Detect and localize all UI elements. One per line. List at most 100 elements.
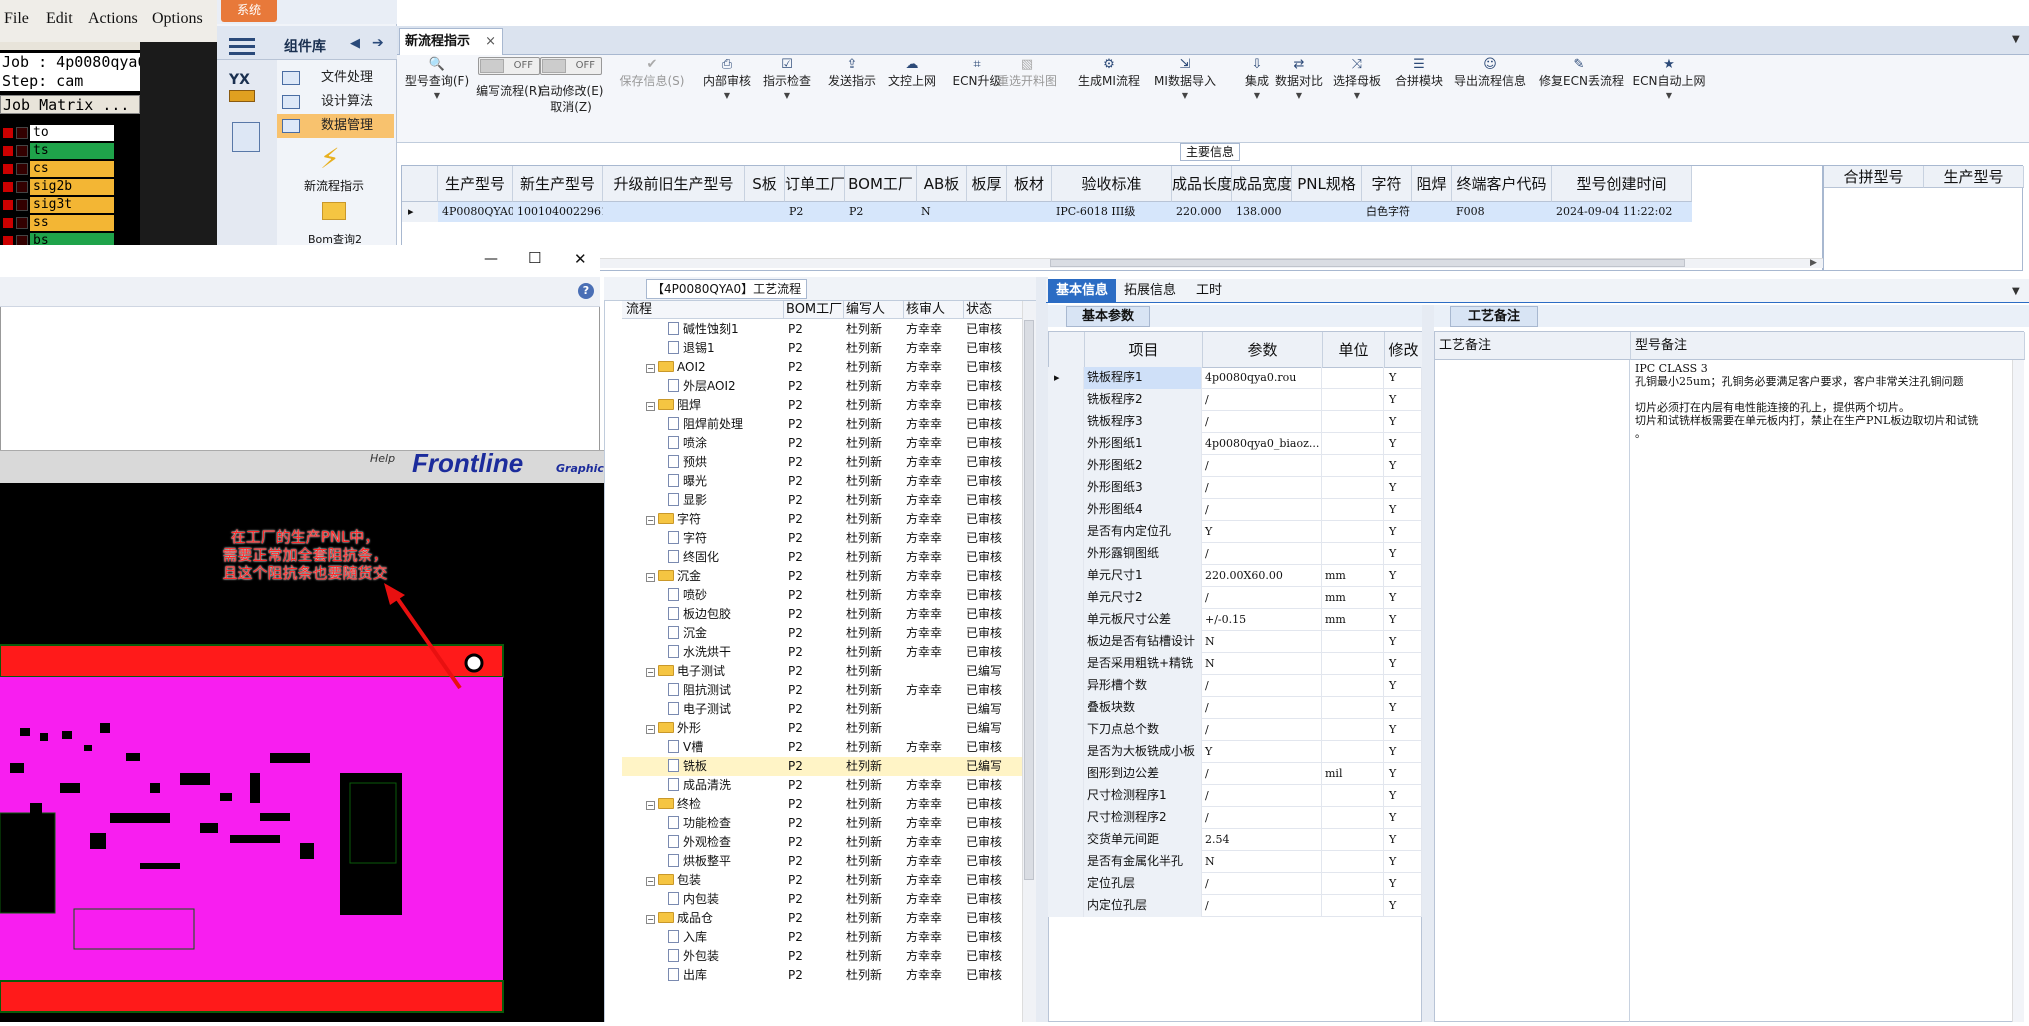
param-modify[interactable]: Y bbox=[1384, 829, 1422, 851]
close-icon[interactable]: × bbox=[485, 29, 496, 55]
layer-visibility-icon[interactable] bbox=[2, 163, 14, 175]
param-modify[interactable]: Y bbox=[1384, 873, 1422, 895]
param-value[interactable]: / bbox=[1202, 785, 1322, 807]
tab-extended-info[interactable]: 拓展信息 bbox=[1116, 279, 1184, 303]
toolbar-btn-2[interactable]: OFF 启动修改(E) 取消(Z) bbox=[531, 57, 611, 137]
param-modify[interactable]: Y bbox=[1384, 719, 1422, 741]
menu-actions[interactable]: Actions bbox=[88, 10, 138, 28]
collapse-icon[interactable]: − bbox=[646, 877, 655, 886]
tree-row[interactable]: 字符 P2 杜列新 方幸幸 已审核 bbox=[622, 529, 1036, 548]
param-row[interactable]: 外形图纸2/ Y bbox=[1048, 455, 1422, 477]
process-tree-vscroll-thumb[interactable] bbox=[1024, 320, 1034, 880]
tab-list-dropdown-icon[interactable]: ▼ bbox=[2012, 34, 2020, 45]
chevron-down-icon[interactable]: ▼ bbox=[397, 89, 477, 103]
toolbar-btn-9[interactable]: ▧ 重选开料图 bbox=[987, 57, 1067, 137]
main-cell-0[interactable]: 4P0080QYA0 bbox=[438, 202, 513, 222]
param-modify[interactable]: Y bbox=[1384, 521, 1422, 543]
tree-row[interactable]: 外观检查 P2 杜列新 方幸幸 已审核 bbox=[622, 833, 1036, 852]
param-value[interactable]: 4p0080qya0.rou bbox=[1202, 367, 1322, 389]
splitter-tree-right[interactable] bbox=[1036, 277, 1048, 1022]
main-col-14[interactable]: 阻焊 bbox=[1412, 166, 1452, 202]
main-col-9[interactable]: 验收标准 bbox=[1052, 166, 1172, 202]
tree-row[interactable]: 外层AOI2 P2 杜列新 方幸幸 已审核 bbox=[622, 377, 1036, 396]
main-col-5[interactable]: BOM工厂 bbox=[845, 166, 917, 202]
collapse-icon[interactable]: − bbox=[646, 801, 655, 810]
param-modify[interactable]: Y bbox=[1384, 455, 1422, 477]
param-value[interactable]: / bbox=[1202, 895, 1322, 917]
col-modify[interactable]: 修改 bbox=[1385, 332, 1423, 368]
layer-visibility-icon[interactable] bbox=[2, 127, 14, 139]
param-value[interactable]: 220.00X60.00 bbox=[1202, 565, 1322, 587]
menu-options[interactable]: Options bbox=[152, 10, 203, 28]
param-row[interactable]: 定位孔层 / Y bbox=[1048, 873, 1422, 895]
collapse-icon[interactable]: − bbox=[646, 516, 655, 525]
collapse-icon[interactable]: − bbox=[646, 573, 655, 582]
layer-row-to[interactable]: to bbox=[2, 125, 137, 141]
dialog-close-button[interactable]: ✕ bbox=[574, 250, 587, 268]
collapse-icon[interactable]: − bbox=[646, 915, 655, 924]
main-col-0[interactable]: 生产型号 bbox=[438, 166, 513, 202]
tree-row[interactable]: − AOI2 P2 杜列新 方幸幸 已审核 bbox=[622, 358, 1036, 377]
main-col-16[interactable]: 型号创建时间 bbox=[1552, 166, 1692, 202]
collapse-icon[interactable]: − bbox=[646, 668, 655, 677]
main-cell-3[interactable] bbox=[745, 202, 785, 222]
param-value[interactable]: / bbox=[1202, 697, 1322, 719]
yx-icon[interactable]: YX bbox=[229, 72, 261, 108]
tree-row[interactable]: 水洗烘干 P2 杜列新 方幸幸 已审核 bbox=[622, 643, 1036, 662]
col-reviewer[interactable]: 核审人 bbox=[904, 301, 964, 319]
tree-row[interactable]: 退锡1 P2 杜列新 方幸幸 已审核 bbox=[622, 339, 1036, 358]
param-modify[interactable]: Y bbox=[1384, 565, 1422, 587]
col-process[interactable]: 流程 bbox=[624, 301, 784, 319]
nav-item-data-management[interactable]: 数据管理 bbox=[277, 114, 394, 138]
collapse-icon[interactable]: − bbox=[646, 364, 655, 373]
layer-affect-icon[interactable] bbox=[16, 181, 28, 193]
col-item[interactable]: 项目 bbox=[1085, 332, 1203, 368]
process-notes-cell[interactable] bbox=[1434, 360, 1630, 1022]
param-modify[interactable]: Y bbox=[1384, 367, 1422, 389]
layer-row-ts[interactable]: ts bbox=[2, 143, 137, 159]
param-modify[interactable]: Y bbox=[1384, 741, 1422, 763]
tree-row[interactable]: 外包装 P2 杜列新 方幸幸 已审核 bbox=[622, 947, 1036, 966]
tree-row[interactable]: − 包装 P2 杜列新 方幸幸 已审核 bbox=[622, 871, 1036, 890]
param-row[interactable]: 图形到边公差 / mil Y bbox=[1048, 763, 1422, 785]
main-col-11[interactable]: 成品宽度 bbox=[1232, 166, 1292, 202]
col-status[interactable]: 状态 bbox=[964, 301, 1024, 319]
param-value[interactable]: N bbox=[1202, 653, 1322, 675]
param-value[interactable]: Y bbox=[1202, 521, 1322, 543]
main-cell-15[interactable]: F008 bbox=[1452, 202, 1552, 222]
menu-file[interactable]: File bbox=[4, 10, 29, 28]
main-cell-16[interactable]: 2024-09-04 11:22:02 bbox=[1552, 202, 1692, 222]
param-value[interactable]: / bbox=[1202, 411, 1322, 433]
main-col-1[interactable]: 新生产型号 bbox=[513, 166, 603, 202]
main-cell-7[interactable] bbox=[967, 202, 1007, 222]
param-modify[interactable]: Y bbox=[1384, 433, 1422, 455]
toolbar-btn-0[interactable]: 🔍 型号查询(F) ▼ bbox=[397, 57, 477, 137]
layer-affect-icon[interactable] bbox=[16, 199, 28, 211]
col-writer[interactable]: 编写人 bbox=[844, 301, 904, 319]
layer-affect-icon[interactable] bbox=[16, 127, 28, 139]
layer-affect-icon[interactable] bbox=[16, 163, 28, 175]
param-row[interactable]: 铣板程序2/ Y bbox=[1048, 389, 1422, 411]
param-row[interactable]: 尺寸检测程序2/ Y bbox=[1048, 807, 1422, 829]
collapse-icon[interactable]: − bbox=[646, 402, 655, 411]
toggle-switch[interactable]: OFF bbox=[540, 57, 602, 75]
param-row[interactable]: ▸ 铣板程序1 4p0080qya0.rou Y bbox=[1048, 367, 1422, 389]
layer-row-ss[interactable]: ss bbox=[2, 215, 137, 231]
nav-item-file-processing[interactable]: 文件处理 bbox=[277, 66, 394, 90]
param-row[interactable]: 是否为大板铣成小板 Y Y bbox=[1048, 741, 1422, 763]
pin-icon[interactable]: ➔ bbox=[372, 35, 384, 51]
param-modify[interactable]: Y bbox=[1384, 543, 1422, 565]
tree-row[interactable]: − 沉金 P2 杜列新 方幸幸 已审核 bbox=[622, 567, 1036, 586]
toolbar-btn-10[interactable]: ⚙ 生成MI流程 bbox=[1069, 57, 1149, 137]
param-modify[interactable]: Y bbox=[1384, 895, 1422, 917]
tree-row[interactable]: − 终检 P2 杜列新 方幸幸 已审核 bbox=[622, 795, 1036, 814]
layer-row-sig3t[interactable]: sig3t bbox=[2, 197, 137, 213]
tab-basic-info[interactable]: 基本信息 bbox=[1048, 279, 1117, 303]
tree-row[interactable]: 成品清洗 P2 杜列新 方幸幸 已审核 bbox=[622, 776, 1036, 795]
param-modify[interactable]: Y bbox=[1384, 389, 1422, 411]
param-value[interactable]: 4p0080qya0_biaoz... bbox=[1202, 433, 1322, 455]
toolbar-btn-15[interactable]: ☰ 合拼模块 bbox=[1379, 57, 1459, 137]
collapse-left-icon[interactable]: ◀ bbox=[350, 36, 360, 51]
main-col-15[interactable]: 终端客户代码 bbox=[1452, 166, 1552, 202]
main-info-hscroll-thumb[interactable] bbox=[1050, 259, 1685, 267]
